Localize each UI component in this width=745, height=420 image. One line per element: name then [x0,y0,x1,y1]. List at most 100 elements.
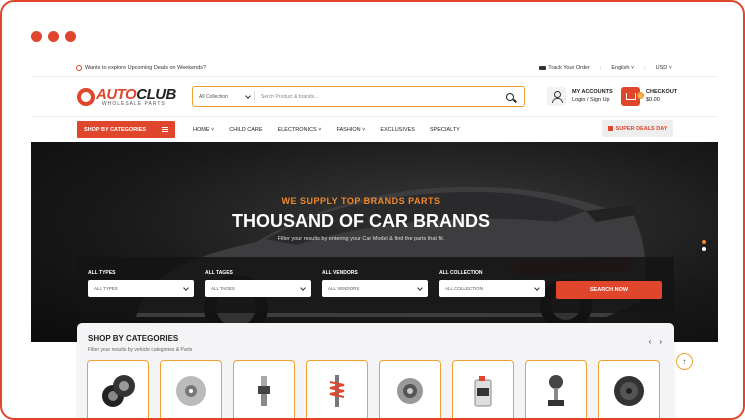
cart-icon: 0 [621,87,644,106]
filter-collection: ALL COLLECTION ALL COLLECTION [439,270,545,297]
speaker-icon [614,376,644,406]
nav-label: FASHION [336,126,361,133]
top-bar-links: Track Your Order | English ˅ | USD ˅ [539,65,672,71]
shock-absorber-icon [329,375,345,407]
close-dot[interactable] [31,31,42,42]
category-cards [87,360,660,418]
super-deals-button[interactable]: SUPER DEALS DAY [602,120,673,137]
chevron-down-icon [417,284,423,291]
category-card-shock-absorber[interactable] [306,360,368,418]
logo-tagline: WHOLESALE PARTS [102,101,166,107]
nav-item-exclusives[interactable]: EXCLUSIVES [380,127,415,133]
divider: | [599,65,602,71]
account-title: MY ACCOUNTS [572,88,613,95]
category-card-gear-shift[interactable] [525,360,587,418]
select-value: ALL COLLECTION [445,286,483,291]
search-icon[interactable] [506,92,514,101]
oil-bottle-icon [474,376,492,407]
chevron-down-icon [300,284,306,291]
search-input[interactable]: Serch Product & brands... [255,94,506,100]
checkout-title: CHECKOUT [646,88,678,95]
webpage: Wants to explore Upcoming Deals on Weeke… [31,60,718,418]
top-bar: Wants to explore Upcoming Deals on Weeke… [31,60,718,77]
filter-label: ALL VENDORS [322,270,358,276]
checkout-link[interactable]: 0 CHECKOUT $0.00 [621,87,677,106]
nav-item-electronics[interactable]: ELECTRONICS ˅ [278,127,322,133]
logo-text: AUTOCLUB WHOLESALE PARTS [96,87,176,107]
nav-item-fashion[interactable]: FASHION ˅ [336,127,365,133]
truck-icon [539,65,547,70]
hero-title: THOUSAND OF CAR BRANDS [232,211,490,231]
nav-item-home[interactable]: HOME ˅ [193,127,214,133]
currency-select[interactable]: USD ˅ [656,65,672,71]
nav-item-child-care[interactable]: CHILD CARE [229,127,262,133]
select-value: ALL VENDORS [328,286,360,291]
promo-message[interactable]: Wants to explore Upcoming Deals on Weeke… [76,65,206,71]
chevron-right-icon[interactable]: › [659,337,662,346]
minimize-dot[interactable] [48,31,59,42]
category-card-speaker[interactable] [598,360,660,418]
filter-label: ALL COLLECTION [439,270,483,276]
category-card-oil[interactable] [452,360,514,418]
tags-select[interactable]: ALL TAGES [205,280,311,297]
turbo-icon [397,378,423,404]
track-order-link[interactable]: Track Your Order [539,65,590,71]
arrow-up-icon: ↑ [682,357,687,366]
category-card-brake-disc[interactable] [160,360,222,418]
gear-shift-icon [548,375,564,406]
hero-tagline: WE SUPPLY TOP BRANDS PARTS [281,196,441,206]
nav-item-specialty[interactable]: SPECIALTY [430,127,460,133]
section-subtitle: Filter your results by vehicle categorie… [88,347,193,353]
hero-description: Filter your results by entering your Car… [277,236,445,242]
shop-by-categories-button[interactable]: SHOP BY CATEGORIES [77,121,175,138]
collection-filter-select[interactable]: ALL COLLECTION [439,280,545,297]
chevron-left-icon[interactable]: ‹ [649,337,652,346]
collection-label: All Collection [199,93,228,100]
part-filter-panel: ALL TYPES ALL TYPES ALL TAGES ALL TAGES … [77,257,674,313]
menu-items: HOME ˅ CHILD CARE ELECTRONICS ˅ FASHION … [193,121,475,138]
language-select[interactable]: English ˅ [611,65,634,71]
section-title: SHOP BY CATEGORIES [88,334,179,343]
vendors-select[interactable]: ALL VENDORS [322,280,428,297]
cart-total: $0.00 [646,96,660,103]
slide-dot-active[interactable] [702,240,706,244]
chevron-down-icon [245,92,251,99]
category-card-turbo[interactable] [379,360,441,418]
shop-by-categories-section: SHOP BY CATEGORIES Filter your results b… [77,323,674,418]
scroll-to-top-button[interactable]: ↑ [676,353,693,370]
maximize-dot[interactable] [65,31,76,42]
spark-plug-icon [258,376,270,406]
nav-label: ELECTRONICS [277,126,317,133]
promo-text: Wants to explore Upcoming Deals on Weeke… [85,65,207,71]
select-value: ALL TYPES [94,286,118,291]
language-label: English [611,65,630,71]
site-header: AUTOCLUB WHOLESALE PARTS All Collection … [31,77,718,117]
select-value: ALL TAGES [211,286,235,291]
slide-dot[interactable] [702,247,706,251]
nav-label: HOME [193,126,210,133]
hero-banner: WE SUPPLY TOP BRANDS PARTS THOUSAND OF C… [31,142,718,342]
info-icon [76,65,82,71]
category-card-spark-plug[interactable] [233,360,295,418]
wheel-icon [77,88,95,106]
category-card-tires[interactable] [87,360,149,418]
slider-pagination [702,240,706,251]
logo[interactable]: AUTOCLUB WHOLESALE PARTS [77,87,176,107]
menu-icon [162,127,168,132]
account-link[interactable]: MY ACCOUNTS Login / Sign Up [547,87,613,106]
search-now-button[interactable]: SEARCH NOW [556,281,662,299]
tires-icon [102,375,135,407]
gift-icon [607,126,613,131]
chevron-down-icon [183,284,189,291]
login-signup-link[interactable]: Login / Sign Up [572,97,613,105]
brake-disc-icon [176,376,206,406]
filter-label: ALL TAGES [205,270,233,276]
cart-count-badge: 0 [637,92,644,99]
filter-tags: ALL TAGES ALL TAGES [205,270,311,297]
types-select[interactable]: ALL TYPES [88,280,194,297]
categories-button-label: SHOP BY CATEGORIES [84,126,147,133]
user-icon [547,87,566,106]
collection-select[interactable]: All Collection [193,90,255,103]
track-order-label: Track Your Order [548,65,590,71]
browser-frame: Wants to explore Upcoming Deals on Weeke… [0,0,745,420]
